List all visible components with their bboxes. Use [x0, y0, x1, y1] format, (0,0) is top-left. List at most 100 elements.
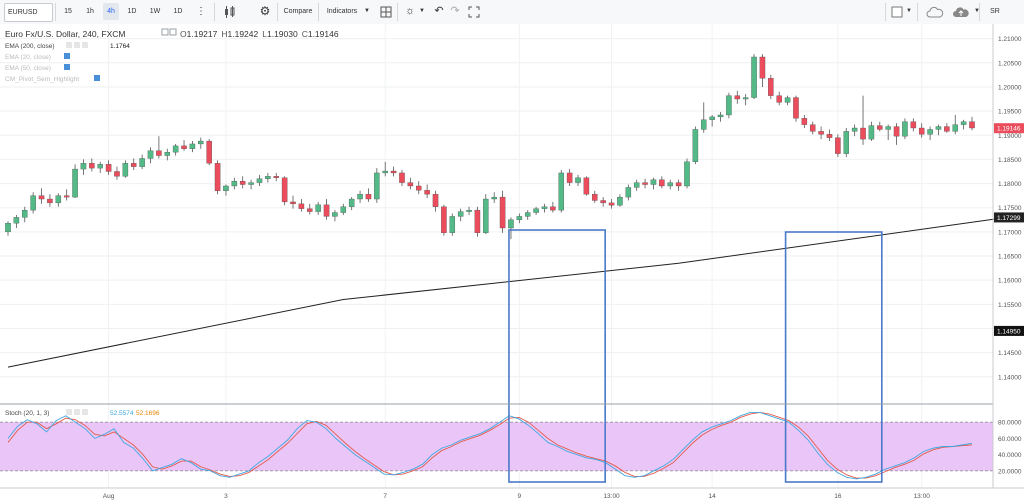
candle-up	[332, 212, 338, 217]
candle-down	[608, 202, 615, 206]
layout-dropdown-icon[interactable]: ▼	[905, 3, 913, 20]
interval-button[interactable]: 1W	[147, 3, 163, 20]
cloud-upload-icon[interactable]	[950, 3, 972, 20]
candle-up	[516, 216, 523, 220]
candle-down	[273, 176, 279, 178]
indicators-button[interactable]: Indicators	[322, 3, 362, 20]
candle-up	[751, 56, 757, 98]
layout-icon[interactable]	[890, 3, 904, 20]
candle-up	[902, 121, 908, 137]
candle-down	[290, 201, 296, 205]
toolbar-divider	[277, 3, 278, 21]
price-tick-label: 1.20500	[998, 60, 1022, 67]
candle-down	[156, 150, 162, 156]
price-tick-label: 1.20000	[998, 84, 1022, 91]
undo-icon[interactable]: ↶	[432, 3, 446, 20]
candle-down	[365, 194, 372, 200]
stoch-tick-label: 20.0000	[998, 468, 1022, 475]
chart-style-icon[interactable]	[220, 3, 240, 20]
study-ema200-label: EMA (200, close)	[5, 43, 55, 50]
candle-down	[38, 195, 45, 200]
candle-up	[357, 194, 363, 200]
interval-button[interactable]: 15	[60, 3, 76, 20]
compare-button[interactable]: Compare	[281, 3, 315, 20]
candle-down	[642, 182, 648, 185]
stoch-d-value: 52.1696	[136, 410, 160, 417]
candle-up	[5, 223, 11, 233]
toolbar-divider	[318, 3, 319, 21]
cloud-save-icon[interactable]	[924, 3, 946, 20]
candle-down	[181, 145, 187, 149]
price-tag-label: 1.14950	[997, 328, 1021, 335]
candle-down	[105, 164, 112, 172]
candle-up	[508, 219, 514, 229]
candle-down	[734, 95, 741, 100]
study-ema200-value: 1.1764	[110, 43, 130, 50]
candle-up	[650, 179, 657, 185]
candle-up	[667, 182, 673, 187]
candle-up	[449, 216, 456, 233]
study-ema50-label: EMA (50, close)	[5, 65, 51, 72]
toolbar-divider	[917, 3, 918, 21]
redo-icon[interactable]: ↷	[448, 3, 462, 20]
toolbar-divider	[979, 3, 980, 21]
templates-icon[interactable]	[378, 3, 394, 20]
indicators-dropdown-icon[interactable]: ▼	[362, 3, 372, 20]
price-tick-label: 1.19500	[998, 109, 1022, 116]
candle-up	[533, 208, 539, 213]
candle-up	[374, 172, 380, 200]
candle-up	[256, 178, 263, 183]
candle-up	[633, 182, 640, 188]
price-tick-label: 1.19000	[998, 133, 1022, 140]
candle-down	[47, 198, 53, 204]
candle-up	[164, 152, 171, 156]
candle-up	[885, 126, 891, 130]
price-tick-label: 1.17000	[998, 229, 1022, 236]
candle-up	[717, 114, 724, 118]
more-intervals-icon[interactable]: ⋮	[193, 3, 209, 20]
interval-button[interactable]: 1h	[82, 3, 98, 20]
candle-up	[726, 95, 732, 116]
price-tag-label: 1.17299	[997, 215, 1021, 222]
interval-button[interactable]: 1D	[170, 3, 186, 20]
candle-down	[424, 190, 430, 195]
price-tick-label: 1.18500	[998, 157, 1022, 164]
interval-button[interactable]: 1D	[124, 3, 140, 20]
candle-down	[759, 56, 766, 79]
candle-up	[709, 116, 715, 120]
symbol-search-input[interactable]: EURUSD	[4, 3, 53, 22]
candle-up	[575, 177, 581, 183]
candle-down	[776, 95, 782, 103]
candle-down	[793, 97, 799, 119]
series-title: Euro Fx/U.S. Dollar, 240, FXCM	[5, 29, 125, 39]
candle-up	[558, 172, 565, 211]
candle-down	[944, 126, 950, 132]
candle-up	[72, 168, 78, 198]
chart-area[interactable]: 1.21000 1.20500 1.20000 1.19500 1.19000 1.185…	[0, 24, 1024, 504]
candle-up	[147, 150, 154, 159]
snapshot-sr-button[interactable]: SR	[984, 3, 1006, 20]
candle-up	[927, 129, 933, 135]
price-tick-label: 1.14500	[998, 350, 1022, 357]
settings-gear-icon[interactable]: ⚙	[256, 3, 274, 20]
candle-up	[491, 196, 497, 200]
fullscreen-icon[interactable]	[466, 3, 482, 20]
candle-up	[80, 163, 87, 170]
price-tick-label: 1.21000	[998, 36, 1022, 43]
candle-up	[382, 170, 388, 174]
alert-dropdown-icon[interactable]: ▼	[418, 3, 426, 20]
candle-down	[130, 163, 137, 167]
candle-up	[231, 180, 238, 187]
candle-down	[206, 140, 212, 164]
interval-button-active[interactable]: 4h	[103, 3, 119, 20]
candle-up	[843, 131, 850, 154]
alert-bulb-icon[interactable]: ☼	[402, 3, 418, 20]
candle-up	[625, 187, 632, 198]
stoch-k-value: 52.5574	[110, 410, 134, 417]
candle-down	[415, 185, 422, 191]
candle-down	[826, 134, 833, 138]
study-pivot-label: CM_Pivot_Sem_Highlight	[5, 76, 79, 83]
toolbar-divider	[55, 3, 56, 21]
candle-up	[701, 119, 707, 130]
candle-up	[198, 140, 204, 145]
